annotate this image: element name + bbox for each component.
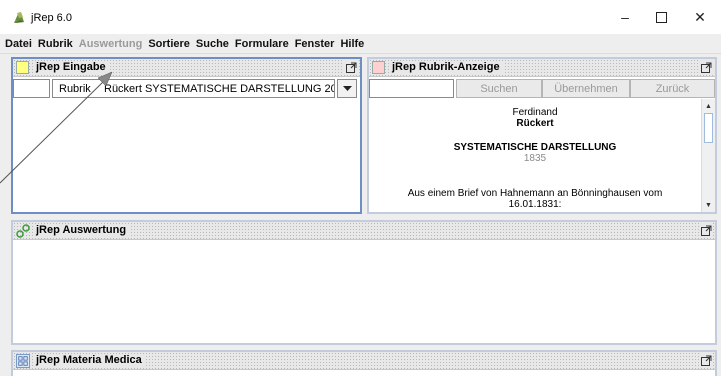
year-text: 1835: [523, 153, 547, 164]
first-name-text: Ferdinand: [512, 107, 558, 118]
eingabe-maximize-button[interactable]: [344, 60, 358, 74]
suchen-button[interactable]: Suchen: [456, 79, 542, 98]
menu-rubrik[interactable]: Rubrik: [35, 38, 76, 50]
menu-hilfe[interactable]: Hilfe: [337, 38, 367, 50]
zurueck-button[interactable]: Zurück: [630, 79, 715, 98]
maximize-frame-icon: [345, 62, 356, 73]
auswertung-frame: jRep Auswertung: [11, 220, 717, 345]
rubrik-label: Rubrik: [59, 83, 91, 95]
rubrik-content-area: Ferdinand Rückert SYSTEMATISCHE DARSTELL…: [369, 99, 701, 212]
maximize-button[interactable]: [640, 0, 682, 34]
materia-medica-title-bar[interactable]: jRep Materia Medica: [13, 352, 715, 370]
quote-line-2: 16.01.1831:: [508, 199, 562, 210]
scroll-down-icon[interactable]: ▼: [702, 199, 715, 211]
menu-sortiere[interactable]: Sortiere: [145, 38, 193, 50]
close-icon: ✕: [694, 8, 706, 25]
maximize-icon: [655, 11, 667, 23]
app-logo-icon: [14, 12, 24, 23]
auswertung-maximize-button[interactable]: [699, 223, 713, 237]
quote-line-1: Aus einem Brief von Hahnemann an Bönning…: [407, 188, 663, 199]
uebernehmen-button[interactable]: Übernehmen: [542, 79, 630, 98]
application-window: jRep 6.0 – ✕ Datei Rubrik Auswertung Sor…: [0, 0, 721, 376]
maximize-frame-icon: [700, 355, 711, 366]
rubrik-anzeige-title: jRep Rubrik-Anzeige: [389, 61, 503, 73]
work-title-text: SYSTEMATISCHE DARSTELLUNG: [453, 142, 617, 153]
close-button[interactable]: ✕: [679, 0, 721, 34]
scroll-up-icon[interactable]: ▲: [702, 100, 715, 112]
eingabe-frame: jRep Eingabe Rubrik Rückert SYSTEMATISCH…: [11, 57, 362, 214]
rubrik-anzeige-maximize-button[interactable]: [699, 60, 713, 74]
materia-medica-frame-icon: [16, 354, 30, 368]
rubrik-combo[interactable]: Rubrik Rückert SYSTEMATISCHE DARSTELLUNG…: [52, 79, 335, 98]
title-bar: jRep 6.0 – ✕: [0, 0, 721, 34]
last-name-text: Rückert: [516, 118, 554, 129]
menu-datei[interactable]: Datei: [2, 38, 35, 50]
chevron-down-icon: [342, 85, 352, 91]
maximize-frame-icon: [700, 225, 711, 236]
minimize-icon: –: [621, 9, 629, 25]
rubrik-anzeige-title-bar[interactable]: jRep Rubrik-Anzeige: [369, 59, 715, 77]
menu-formulare[interactable]: Formulare: [232, 38, 292, 50]
menu-fenster[interactable]: Fenster: [292, 38, 338, 50]
auswertung-title: jRep Auswertung: [33, 224, 130, 236]
materia-medica-title: jRep Materia Medica: [33, 354, 145, 366]
eingabe-title-bar[interactable]: jRep Eingabe: [13, 59, 360, 77]
eingabe-frame-icon: [16, 61, 29, 74]
eingabe-title: jRep Eingabe: [33, 61, 109, 73]
eingabe-short-input[interactable]: [13, 79, 50, 98]
maximize-frame-icon: [700, 62, 711, 73]
rubrik-anzeige-frame-icon: [372, 61, 385, 74]
menu-auswertung[interactable]: Auswertung: [76, 38, 146, 50]
rubrik-anzeige-input[interactable]: [369, 79, 454, 98]
materia-medica-frame: jRep Materia Medica: [11, 350, 717, 376]
window-title: jRep 6.0: [31, 12, 72, 24]
auswertung-title-bar[interactable]: jRep Auswertung: [13, 222, 715, 240]
materia-medica-maximize-button[interactable]: [699, 353, 713, 367]
rubrik-combo-value: Rückert SYSTEMATISCHE DARSTELLUNG 2025: [104, 83, 335, 95]
menu-bar: Datei Rubrik Auswertung Sortiere Suche F…: [0, 34, 721, 54]
rubrik-vertical-scrollbar[interactable]: ▲ ▼: [701, 99, 715, 212]
rubrik-combo-dropdown[interactable]: [337, 79, 357, 98]
scroll-thumb[interactable]: [704, 113, 713, 143]
rubrik-anzeige-frame: jRep Rubrik-Anzeige Suchen Übernehmen Zu…: [367, 57, 717, 214]
menu-suche[interactable]: Suche: [193, 38, 232, 50]
auswertung-frame-icon: [16, 224, 30, 238]
